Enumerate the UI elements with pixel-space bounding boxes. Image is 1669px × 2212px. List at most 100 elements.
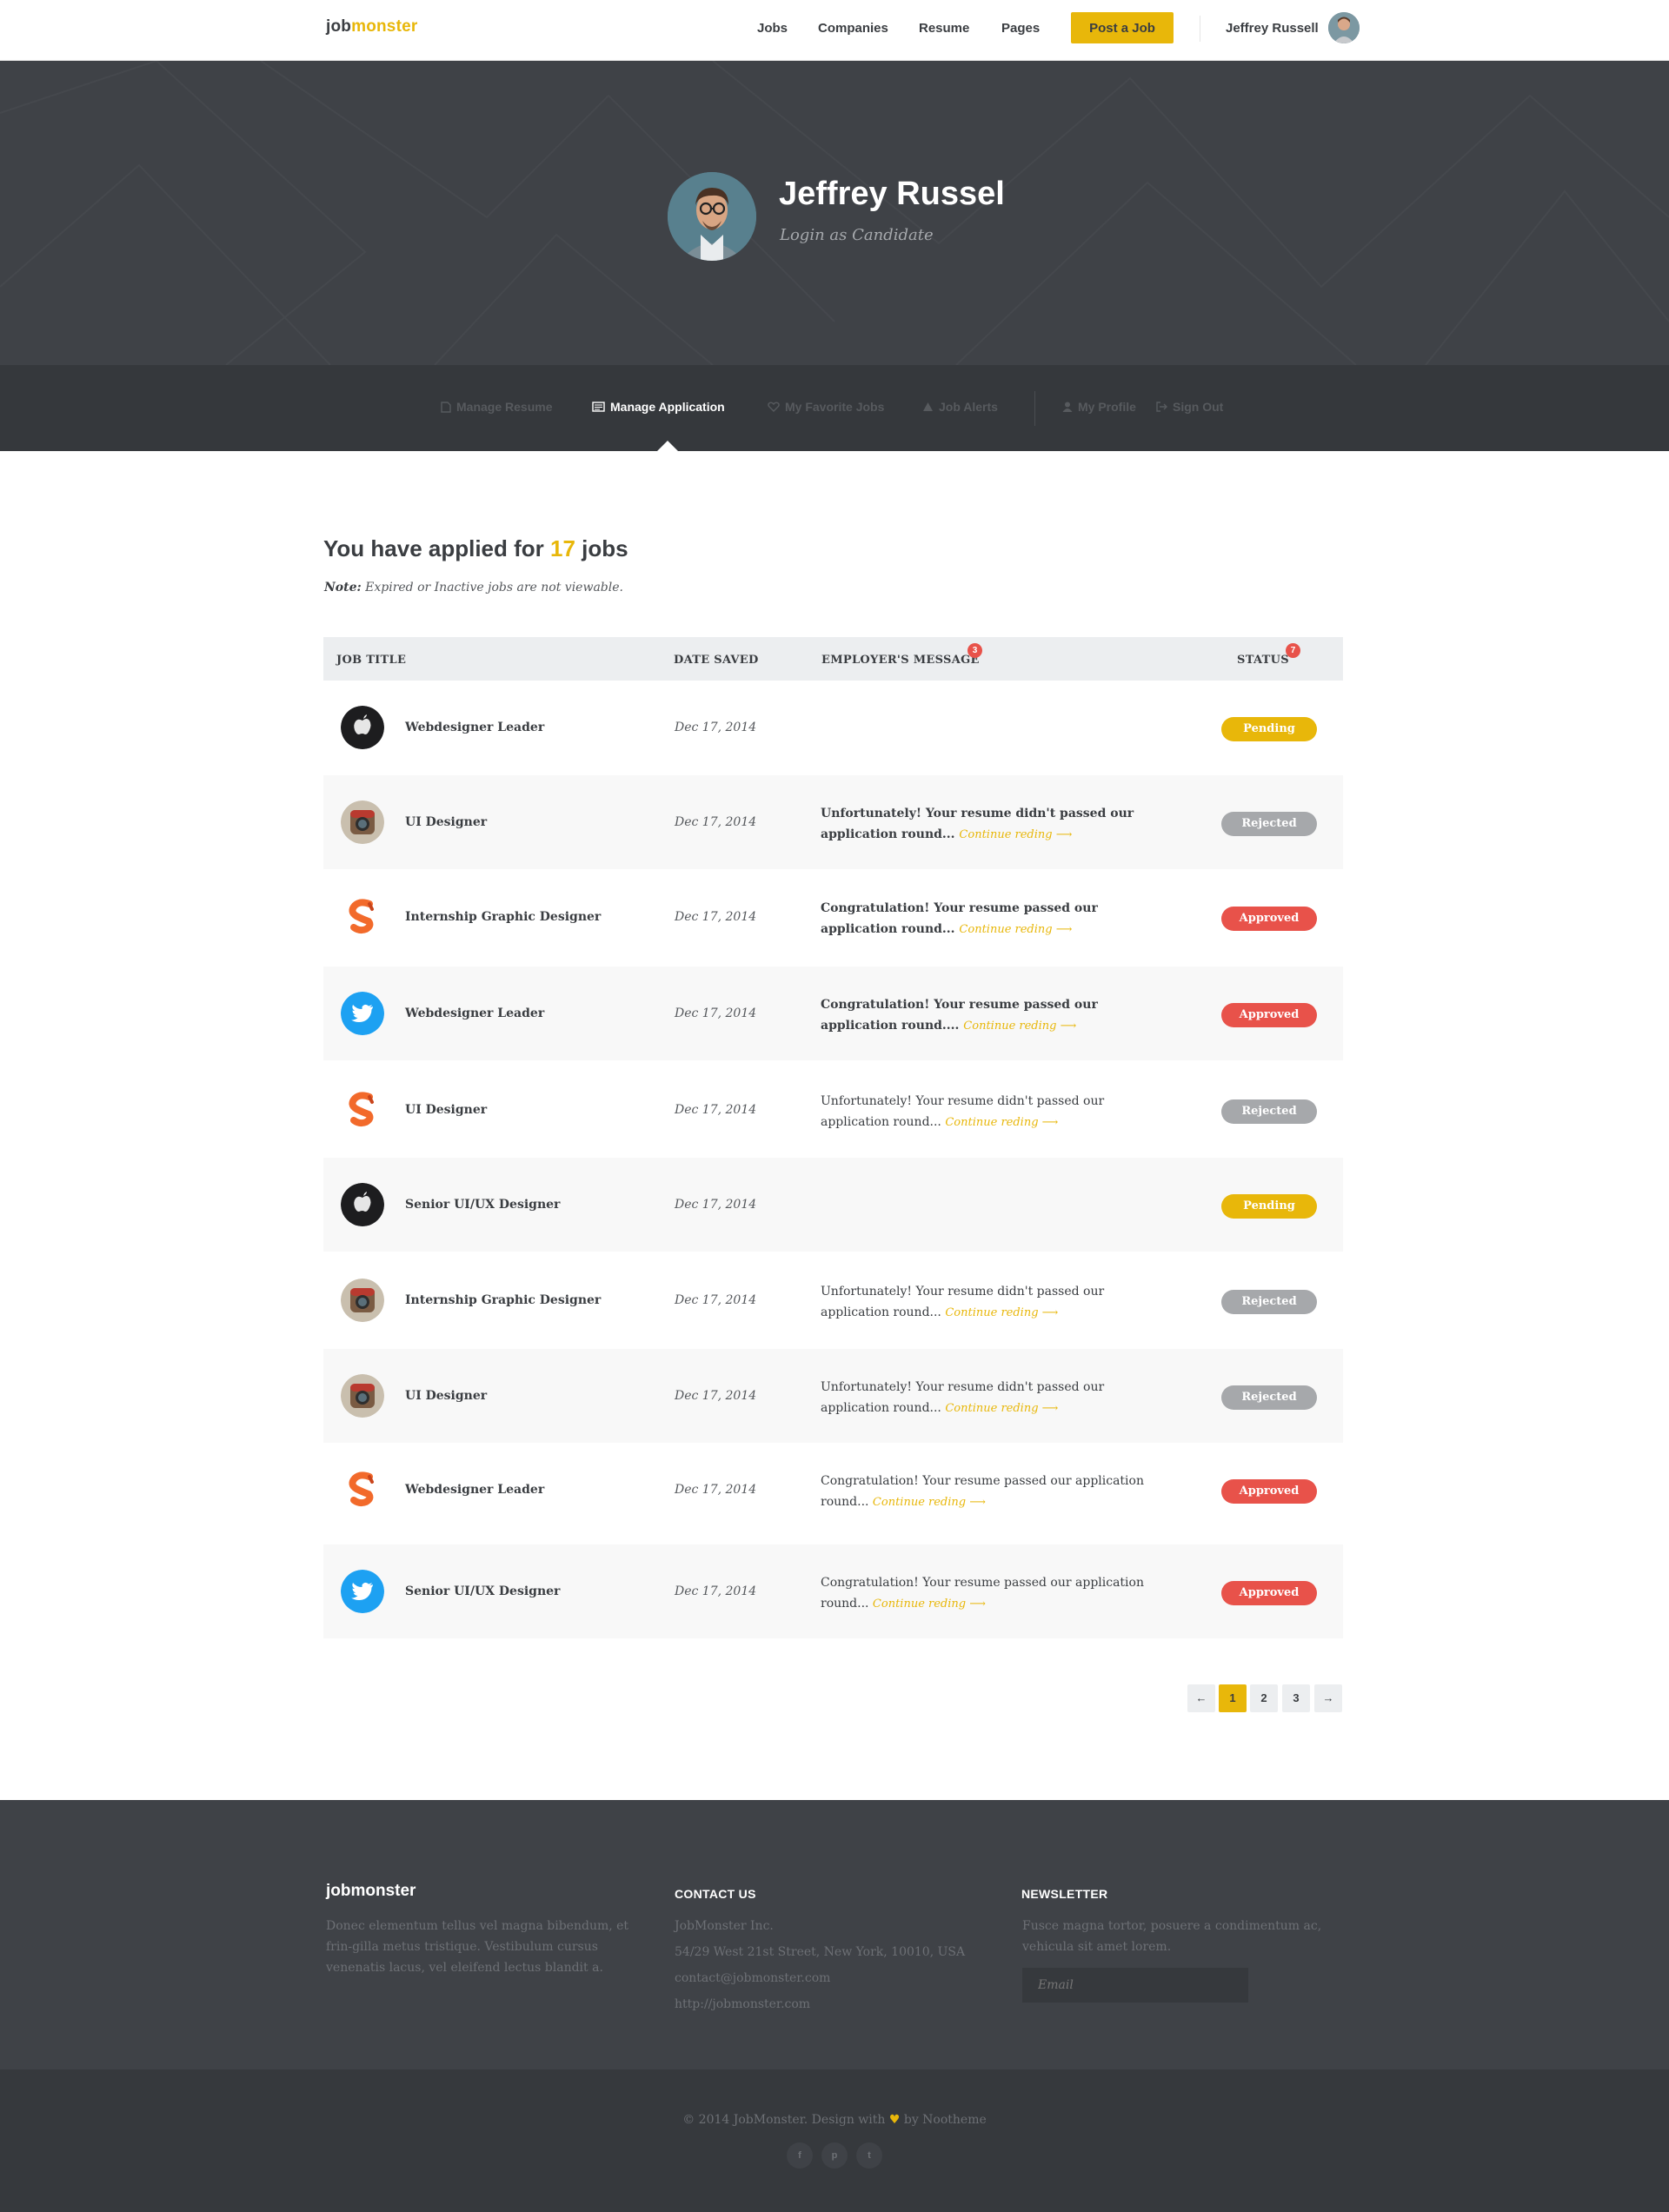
arrow-right-icon: ⟶ xyxy=(1055,923,1073,936)
status-badge: Approved xyxy=(1221,1581,1317,1605)
employer-message: Congratulation! Your resume passed our a… xyxy=(821,998,1098,1033)
pagination-page-2[interactable]: 2 xyxy=(1250,1684,1278,1712)
continue-reading-link[interactable]: Continue reding ⟶ xyxy=(959,923,1072,936)
date-saved: Dec 17, 2014 xyxy=(675,1006,757,1020)
continue-reading-link[interactable]: Continue reding ⟶ xyxy=(963,1020,1076,1033)
table-row[interactable]: Webdesigner Leader Dec 17, 2014 Pending xyxy=(323,681,1343,774)
job-title[interactable]: Internship Graphic Designer xyxy=(405,910,601,924)
heart-icon: ♥ xyxy=(888,2113,901,2127)
table-row[interactable]: Webdesigner Leader Dec 17, 2014 Congratula… xyxy=(323,1443,1343,1537)
job-title[interactable]: Webdesigner Leader xyxy=(405,721,544,734)
profile-hero xyxy=(0,61,1669,365)
date-saved: Dec 17, 2014 xyxy=(675,721,757,734)
pinterest-icon[interactable]: p xyxy=(821,2142,848,2169)
profile-name: Jeffrey Russel xyxy=(779,176,1005,212)
user-icon xyxy=(1062,402,1073,412)
scribd-logo-icon xyxy=(341,895,384,939)
col-status: STATUS xyxy=(1237,654,1289,667)
table-row[interactable]: UI Designer Dec 17, 2014 Unfortunately! Yo… xyxy=(323,1349,1343,1443)
newspaper-icon xyxy=(592,402,605,412)
continue-reading-link[interactable]: Continue reding ⟶ xyxy=(873,1496,986,1509)
newsletter-email-input[interactable] xyxy=(1022,1968,1248,2003)
employer-message: Congratulation! Your resume passed our a… xyxy=(821,901,1098,936)
dash-nav-manage-resume[interactable]: Manage Resume xyxy=(441,400,552,414)
employer-message: Congratulation! Your resume passed our a… xyxy=(821,1576,1144,1611)
twitter-logo-icon xyxy=(341,992,384,1035)
job-title[interactable]: Senior UI/UX Designer xyxy=(405,1198,560,1212)
status-badge: Approved xyxy=(1221,907,1317,931)
status-badge: Approved xyxy=(1221,1479,1317,1504)
col-date-saved: DATE SAVED xyxy=(674,654,759,667)
scribd-logo-icon xyxy=(341,1088,384,1132)
status-badge: Pending xyxy=(1221,1194,1317,1219)
table-row[interactable]: Internship Graphic Designer Dec 17, 2014 U… xyxy=(323,1253,1343,1347)
dash-nav-divider xyxy=(1034,391,1035,426)
date-saved: Dec 17, 2014 xyxy=(675,815,757,829)
table-row[interactable]: Senior UI/UX Designer Dec 17, 2014 Congrat… xyxy=(323,1544,1343,1638)
pagination-page-3[interactable]: 3 xyxy=(1282,1684,1310,1712)
post-job-button[interactable]: Post a Job xyxy=(1071,12,1174,43)
table-row[interactable]: UI Designer Dec 17, 2014 Unfortunately! Yo… xyxy=(323,775,1343,869)
date-saved: Dec 17, 2014 xyxy=(675,1293,757,1307)
scribd-logo-icon xyxy=(341,1468,384,1511)
job-title[interactable]: Webdesigner Leader xyxy=(405,1483,544,1497)
continue-reading-link[interactable]: Continue reding ⟶ xyxy=(945,1402,1058,1415)
col-employer-message: EMPLOYER'S MESSAGE xyxy=(821,654,980,667)
pagination-page-1[interactable]: 1 xyxy=(1219,1684,1247,1712)
table-row[interactable]: Senior UI/UX Designer Dec 17, 2014 Pending xyxy=(323,1158,1343,1252)
message-count-badge: 3 xyxy=(967,643,982,658)
nav-jobs[interactable]: Jobs xyxy=(757,21,788,36)
table-row[interactable]: Internship Graphic Designer Dec 17, 2014 C… xyxy=(323,870,1343,964)
footer-website-link[interactable]: http://jobmonster.com xyxy=(675,1994,810,2015)
footer: jobmonster CONTACT US NEWSLETTER xyxy=(0,1800,1669,2069)
continue-reading-link[interactable]: Continue reding ⟶ xyxy=(873,1598,986,1611)
dash-nav-my-profile[interactable]: My Profile xyxy=(1062,400,1136,414)
job-title[interactable]: UI Designer xyxy=(405,1103,487,1117)
job-title[interactable]: Senior UI/UX Designer xyxy=(405,1584,560,1598)
table-header: JOB TITLE DATE SAVED EMPLOYER'S MESSAGE … xyxy=(323,637,1343,681)
dash-nav-favorite-jobs[interactable]: My Favorite Jobs xyxy=(768,400,884,414)
nav-pages[interactable]: Pages xyxy=(1001,21,1040,36)
col-job-title: JOB TITLE xyxy=(336,654,407,667)
twitter-logo-icon xyxy=(341,1570,384,1613)
arrow-right-icon: ⟶ xyxy=(969,1598,986,1611)
job-title[interactable]: UI Designer xyxy=(405,815,487,829)
user-name[interactable]: Jeffrey Russell xyxy=(1226,21,1319,36)
site-logo[interactable]: jobmonster xyxy=(326,17,417,37)
arrow-right-icon: ⟶ xyxy=(1041,1116,1059,1129)
dash-nav-manage-application[interactable]: Manage Application xyxy=(592,400,725,414)
copyright: © 2014 JobMonster. Design with ♥ by Noot… xyxy=(682,2113,987,2127)
table-row[interactable]: Webdesigner Leader Dec 17, 2014 Congratula… xyxy=(323,967,1343,1060)
status-badge: Rejected xyxy=(1221,1385,1317,1410)
dash-nav-job-alerts[interactable]: Job Alerts xyxy=(922,400,998,414)
warning-icon xyxy=(923,402,933,411)
footer-logo[interactable]: jobmonster xyxy=(326,1882,416,1901)
continue-reading-link[interactable]: Continue reding ⟶ xyxy=(945,1306,1058,1319)
status-badge: Rejected xyxy=(1221,1099,1317,1124)
dash-nav-sign-out[interactable]: Sign Out xyxy=(1156,400,1223,414)
job-title[interactable]: Webdesigner Leader xyxy=(405,1006,544,1020)
user-avatar[interactable] xyxy=(1328,12,1360,43)
twitter-icon[interactable]: t xyxy=(856,2142,882,2169)
nav-companies[interactable]: Companies xyxy=(818,21,888,36)
continue-reading-link[interactable]: Continue reding ⟶ xyxy=(959,828,1072,841)
dashboard-nav: Manage Resume Manage Application My Favo… xyxy=(0,365,1669,451)
top-navbar: jobmonster Jobs Companies Resume Pages P… xyxy=(0,0,1669,61)
arrow-right-icon: ⟶ xyxy=(1041,1306,1059,1319)
sign-out-icon xyxy=(1156,402,1167,412)
nav-resume[interactable]: Resume xyxy=(919,21,969,36)
footer-newsletter-heading: NEWSLETTER xyxy=(1021,1887,1108,1901)
job-title[interactable]: Internship Graphic Designer xyxy=(405,1293,601,1307)
table-row[interactable]: UI Designer Dec 17, 2014 Unfortunately! Yo… xyxy=(323,1063,1343,1157)
profile-avatar xyxy=(668,172,756,261)
instagram-logo-icon xyxy=(341,800,384,844)
heart-icon xyxy=(768,402,780,412)
job-title[interactable]: UI Designer xyxy=(405,1389,487,1403)
facebook-icon[interactable]: f xyxy=(787,2142,813,2169)
pagination-prev[interactable]: ← xyxy=(1187,1684,1215,1712)
date-saved: Dec 17, 2014 xyxy=(675,1103,757,1117)
continue-reading-link[interactable]: Continue reding ⟶ xyxy=(945,1116,1058,1129)
footer-email-link[interactable]: contact@jobmonster.com xyxy=(675,1968,830,1989)
arrow-right-icon: ⟶ xyxy=(1055,828,1073,841)
pagination-next[interactable]: → xyxy=(1314,1684,1342,1712)
